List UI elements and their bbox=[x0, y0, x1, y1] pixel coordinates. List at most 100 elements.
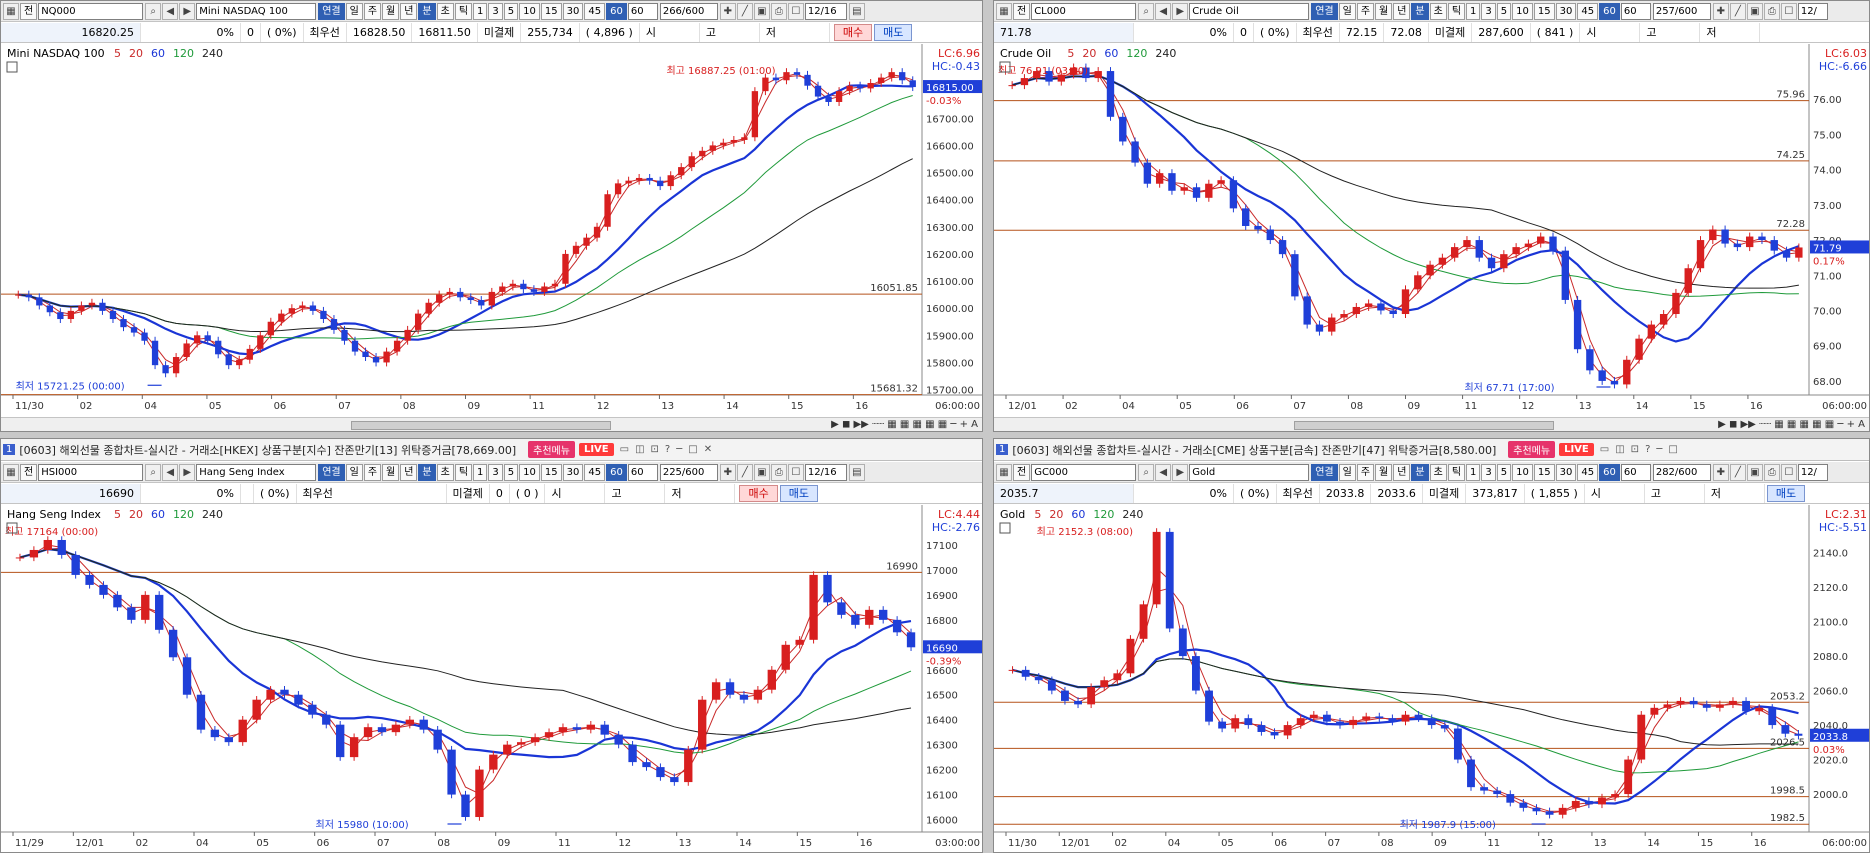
crosshair-icon[interactable]: ✚ bbox=[719, 2, 736, 20]
period-45[interactable]: 45 bbox=[1577, 463, 1599, 481]
grid-icon[interactable]: ▦ bbox=[996, 2, 1012, 20]
tf-year[interactable]: 년 bbox=[400, 463, 418, 481]
grid-icon[interactable]: ▦ bbox=[3, 2, 19, 20]
price-chart[interactable]: 1710017000169001680016700166001650016400… bbox=[1, 505, 983, 853]
print-icon[interactable]: ⎙ bbox=[770, 463, 787, 481]
save-icon[interactable]: ▣ bbox=[753, 2, 770, 20]
chart-area[interactable]: 16700.00 16600.00 16500.00 16400.00 16300.00… bbox=[1, 44, 982, 417]
period-1[interactable]: 1 bbox=[473, 2, 488, 20]
count-field[interactable]: 257/600 bbox=[1652, 2, 1711, 20]
tf-week[interactable]: 주 bbox=[363, 463, 382, 481]
period-3[interactable]: 3 bbox=[1481, 2, 1496, 20]
buy-button[interactable]: 매수 bbox=[833, 24, 873, 41]
code-input[interactable]: GC000 bbox=[1031, 463, 1137, 481]
calendar-icon[interactable]: ▤ bbox=[848, 2, 865, 20]
close-icon[interactable]: ✕ bbox=[704, 444, 712, 455]
tf-year[interactable]: 년 bbox=[400, 2, 418, 20]
help-icon[interactable]: ? bbox=[1645, 444, 1650, 455]
zoom-controls[interactable]: ▶ ◼ ▶▶ ┈┈ ▦ ▦ ▦ ▦ ▦ ─ + A bbox=[831, 419, 978, 430]
grid-icon[interactable]: ▦ bbox=[3, 463, 19, 481]
period-5[interactable]: 5 bbox=[503, 463, 519, 481]
maximize-icon[interactable]: □ bbox=[688, 444, 697, 455]
search-icon[interactable]: ⌕ bbox=[145, 463, 162, 481]
period-3[interactable]: 3 bbox=[488, 463, 503, 481]
period-10[interactable]: 10 bbox=[519, 463, 540, 481]
period-15[interactable]: 15 bbox=[1533, 463, 1555, 481]
period-15[interactable]: 15 bbox=[540, 463, 562, 481]
live-button[interactable]: LIVE bbox=[578, 443, 614, 456]
next-icon[interactable]: ▶ bbox=[179, 463, 196, 481]
checkbox-icon[interactable]: ☐ bbox=[1780, 463, 1797, 481]
code-input[interactable]: CL000 bbox=[1031, 2, 1137, 20]
save-icon[interactable]: ▣ bbox=[1746, 463, 1763, 481]
restore-icon[interactable]: ▭ bbox=[620, 444, 629, 455]
tf-minute[interactable]: 분 bbox=[418, 2, 436, 20]
chart-area[interactable]: 1710017000169001680016700166001650016400… bbox=[1, 505, 983, 853]
tf-day[interactable]: 일 bbox=[1338, 2, 1356, 20]
save-icon[interactable]: ▣ bbox=[1746, 2, 1763, 20]
price-chart[interactable]: 76.0075.0074.0073.0072.0071.0070.0069.00… bbox=[994, 44, 1870, 417]
scroll-thumb[interactable] bbox=[351, 421, 611, 430]
period-45[interactable]: 45 bbox=[1577, 2, 1599, 20]
sell-button[interactable]: 매도 bbox=[779, 485, 818, 502]
next-icon[interactable]: ▶ bbox=[179, 2, 196, 20]
tf-tick[interactable]: 틱 bbox=[1447, 463, 1466, 481]
tf-tick[interactable]: 틱 bbox=[454, 463, 473, 481]
period-select[interactable]: 60 bbox=[627, 463, 658, 481]
period-1[interactable]: 1 bbox=[473, 463, 488, 481]
tf-month[interactable]: 월 bbox=[382, 463, 400, 481]
tf-minute[interactable]: 분 bbox=[1411, 2, 1429, 20]
count-field[interactable]: 266/600 bbox=[659, 2, 718, 20]
buy-button[interactable]: 매수 bbox=[739, 485, 778, 502]
period-60[interactable]: 60 bbox=[606, 463, 627, 481]
jeon-button[interactable]: 전 bbox=[20, 463, 38, 481]
tf-day[interactable]: 일 bbox=[345, 463, 363, 481]
period-5[interactable]: 5 bbox=[1496, 463, 1512, 481]
period-30[interactable]: 30 bbox=[1555, 2, 1577, 20]
draw-icon[interactable]: ╱ bbox=[1729, 2, 1746, 20]
code-input[interactable]: NQ000 bbox=[38, 2, 144, 20]
restore-icon[interactable]: ▭ bbox=[1600, 444, 1609, 455]
date-field[interactable]: 12/ bbox=[1797, 2, 1828, 20]
draw-icon[interactable]: ╱ bbox=[1729, 463, 1746, 481]
period-select[interactable]: 60 bbox=[1620, 463, 1651, 481]
zoom-controls[interactable]: ▶ ◼ ▶▶ ┈┈ ▦ ▦ ▦ ▦ ▦ ─ + A bbox=[1718, 419, 1865, 430]
tf-day[interactable]: 일 bbox=[1338, 463, 1356, 481]
tf-second[interactable]: 초 bbox=[1429, 2, 1447, 20]
period-select[interactable]: 60 bbox=[1620, 2, 1651, 20]
checkbox-icon[interactable]: ☐ bbox=[1780, 2, 1797, 20]
tf-second[interactable]: 초 bbox=[436, 463, 454, 481]
chart-scrollbar[interactable]: ▶ ◼ ▶▶ ┈┈ ▦ ▦ ▦ ▦ ▦ ─ + A bbox=[1, 417, 982, 431]
draw-icon[interactable]: ╱ bbox=[736, 2, 753, 20]
tf-minute[interactable]: 분 bbox=[1411, 463, 1429, 481]
sell-button[interactable]: 매도 bbox=[1766, 485, 1806, 502]
tf-minute[interactable]: 분 bbox=[418, 463, 436, 481]
grid-icon[interactable]: ▦ bbox=[996, 463, 1012, 481]
chart-area[interactable]: 2140.0 2120.0 2100.0 2080.0 2060.0 2040.0 2020… bbox=[994, 505, 1869, 852]
window-titlebar[interactable]: 1 [0603] 해외선물 종합차트-실시간 - 거래소[CME] 상품구분[금… bbox=[994, 439, 1869, 461]
tf-link[interactable]: 연결 bbox=[318, 2, 345, 20]
period-10[interactable]: 10 bbox=[519, 2, 540, 20]
tf-tick[interactable]: 틱 bbox=[454, 2, 473, 20]
tf-month[interactable]: 월 bbox=[1375, 463, 1393, 481]
date-field[interactable]: 12/16 bbox=[804, 2, 847, 20]
lock-icon[interactable]: ⊡ bbox=[1631, 444, 1639, 455]
count-field[interactable]: 225/600 bbox=[659, 463, 718, 481]
count-field[interactable]: 282/600 bbox=[1652, 463, 1711, 481]
sell-button[interactable]: 매도 bbox=[874, 24, 913, 41]
tf-week[interactable]: 주 bbox=[363, 2, 382, 20]
period-60[interactable]: 60 bbox=[606, 2, 627, 20]
period-3[interactable]: 3 bbox=[1481, 463, 1496, 481]
period-5[interactable]: 5 bbox=[503, 2, 519, 20]
prev-icon[interactable]: ◀ bbox=[162, 2, 179, 20]
tf-week[interactable]: 주 bbox=[1356, 463, 1375, 481]
link-icon[interactable]: ◫ bbox=[635, 444, 644, 455]
prev-icon[interactable]: ◀ bbox=[162, 463, 179, 481]
tf-year[interactable]: 년 bbox=[1393, 463, 1411, 481]
checkbox-icon[interactable]: ☐ bbox=[787, 463, 804, 481]
period-1[interactable]: 1 bbox=[1466, 463, 1481, 481]
crosshair-icon[interactable]: ✚ bbox=[719, 463, 736, 481]
calendar-icon[interactable]: ▤ bbox=[848, 463, 865, 481]
tf-link[interactable]: 연결 bbox=[318, 463, 345, 481]
chart-scrollbar[interactable]: ▶ ◼ ▶▶ ┈┈ ▦ ▦ ▦ ▦ ▦ ─ + A bbox=[994, 417, 1869, 431]
